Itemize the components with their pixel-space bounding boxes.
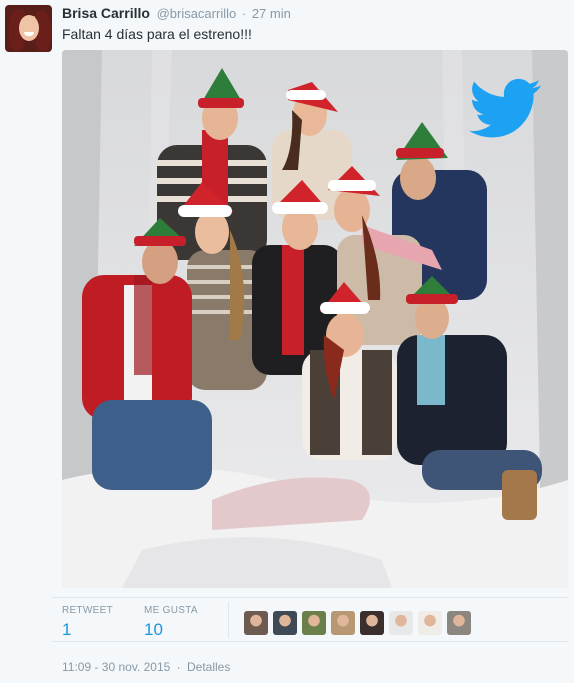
liker-avatar[interactable] [244, 611, 268, 635]
liker-avatar[interactable] [418, 611, 442, 635]
tweet-footer: 11:09 - 30 nov. 2015 · Detalles [62, 660, 230, 674]
author-handle[interactable]: @brisacarrillo [157, 6, 237, 21]
liker-avatar[interactable] [389, 611, 413, 635]
retweet-count[interactable]: 1 [62, 619, 113, 641]
stats-divider [228, 602, 229, 638]
tweet-text: Faltan 4 días para el estreno!!! [62, 26, 252, 42]
tweet-photo[interactable] [62, 50, 568, 588]
liker-avatar[interactable] [302, 611, 326, 635]
like-count[interactable]: 10 [144, 619, 198, 641]
tweet-stats: RETWEET 1 ME GUSTA 10 [52, 597, 568, 642]
like-label: ME GUSTA [144, 605, 198, 616]
footer-separator: · [176, 660, 181, 674]
retweet-label: RETWEET [62, 605, 113, 616]
tweet-timestamp[interactable]: 11:09 - 30 nov. 2015 [62, 660, 170, 674]
author-name[interactable]: Brisa Carrillo [62, 5, 150, 21]
details-link[interactable]: Detalles [187, 660, 230, 674]
liker-avatar[interactable] [331, 611, 355, 635]
liker-avatar[interactable] [273, 611, 297, 635]
tweet-relative-time[interactable]: 27 min [252, 6, 291, 21]
tweet-header: Brisa Carrillo @brisacarrillo · 27 min [62, 5, 291, 22]
like-stat[interactable]: ME GUSTA 10 [144, 605, 198, 641]
liker-avatar[interactable] [360, 611, 384, 635]
liker-avatar[interactable] [447, 611, 471, 635]
author-avatar[interactable] [5, 5, 52, 52]
retweet-stat[interactable]: RETWEET 1 [62, 605, 113, 641]
header-separator: · [241, 6, 247, 21]
tweet-card: Brisa Carrillo @brisacarrillo · 27 min F… [0, 0, 574, 683]
